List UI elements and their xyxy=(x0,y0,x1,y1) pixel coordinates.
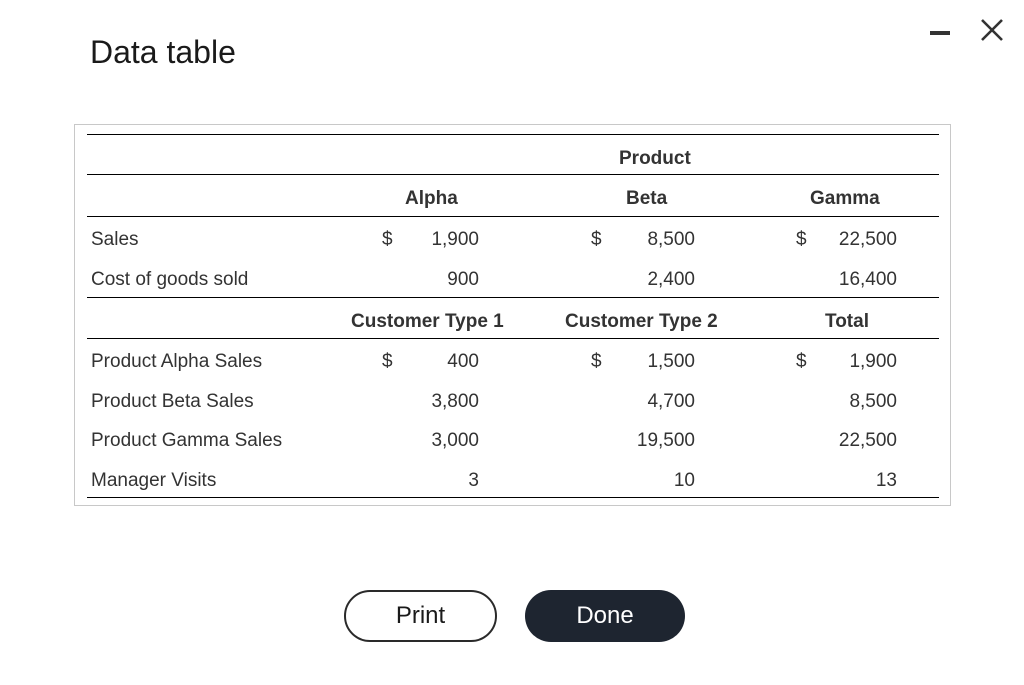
cell-visits-type2: 10 xyxy=(673,470,695,491)
print-button[interactable]: Print xyxy=(344,590,497,642)
cell-gamma-type1: 3,000 xyxy=(431,430,479,451)
currency-sign: $ xyxy=(382,229,393,250)
row-label-product-alpha-sales: Product Alpha Sales xyxy=(91,351,263,372)
table-rule xyxy=(87,497,939,498)
cell-beta-total: 8,500 xyxy=(849,391,897,412)
cell-gamma-total: 22,500 xyxy=(838,430,897,451)
row-label-sales: Sales xyxy=(91,229,139,250)
done-button[interactable]: Done xyxy=(525,590,685,642)
table-rule xyxy=(87,134,939,135)
column-header-customer-type-1: Customer Type 1 xyxy=(351,311,504,332)
table-rule xyxy=(87,174,939,175)
data-table: Product Alpha Beta Gamma Sales $ 1,900 $… xyxy=(74,124,951,506)
cell-gamma-type2: 19,500 xyxy=(636,430,695,451)
cell-cogs-gamma: 16,400 xyxy=(838,269,897,290)
row-label-product-beta-sales: Product Beta Sales xyxy=(91,391,254,412)
table-rule xyxy=(87,297,939,298)
cell-beta-type2: 4,700 xyxy=(647,391,695,412)
cell-sales-gamma: 22,500 xyxy=(838,229,897,250)
minimize-icon[interactable] xyxy=(924,14,956,46)
currency-sign: $ xyxy=(382,351,393,372)
cell-visits-type1: 3 xyxy=(468,470,479,491)
cell-sales-alpha: 1,900 xyxy=(431,229,479,250)
cell-alpha-total: 1,900 xyxy=(849,351,897,372)
table-rule xyxy=(87,216,939,217)
currency-sign: $ xyxy=(796,229,807,250)
row-label-manager-visits: Manager Visits xyxy=(91,470,217,491)
dialog-title: Data table xyxy=(90,34,236,70)
cell-sales-beta: 8,500 xyxy=(647,229,695,250)
row-label-product-gamma-sales: Product Gamma Sales xyxy=(91,430,283,451)
currency-sign: $ xyxy=(591,229,602,250)
column-header-customer-type-2: Customer Type 2 xyxy=(565,311,718,332)
cell-beta-type1: 3,800 xyxy=(431,391,479,412)
currency-sign: $ xyxy=(591,351,602,372)
cell-alpha-type2: 1,500 xyxy=(647,351,695,372)
close-icon[interactable] xyxy=(976,14,1008,46)
cell-alpha-type1: 400 xyxy=(447,351,479,372)
column-header-alpha: Alpha xyxy=(405,188,458,209)
group-header-product: Product xyxy=(619,148,691,169)
column-header-beta: Beta xyxy=(626,188,668,209)
cell-visits-total: 13 xyxy=(875,470,897,491)
table-rule xyxy=(87,338,939,339)
column-header-total: Total xyxy=(825,311,869,332)
currency-sign: $ xyxy=(796,351,807,372)
cell-cogs-alpha: 900 xyxy=(447,269,479,290)
row-label-cogs: Cost of goods sold xyxy=(91,269,249,290)
column-header-gamma: Gamma xyxy=(810,188,880,209)
cell-cogs-beta: 2,400 xyxy=(647,269,695,290)
